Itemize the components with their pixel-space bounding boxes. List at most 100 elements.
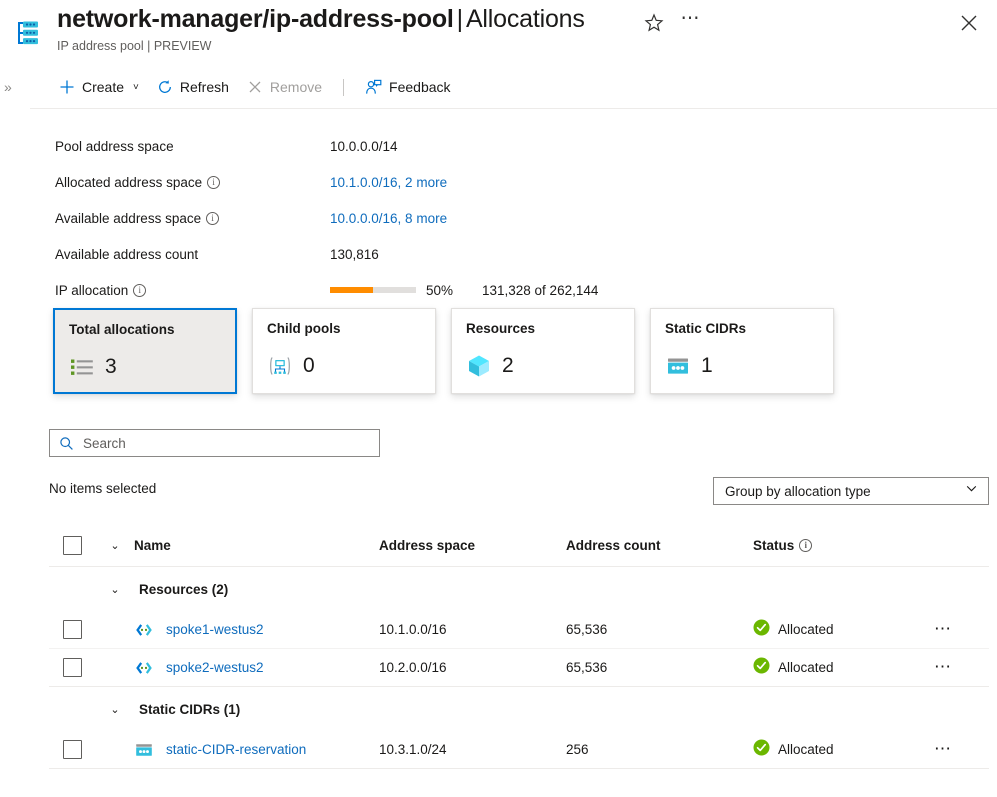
row-select-cell: [49, 658, 96, 677]
progress-fill: [330, 287, 373, 293]
tile-count: 3: [105, 355, 117, 378]
column-header-address-space[interactable]: Address space: [379, 538, 566, 553]
ellipsis-icon[interactable]: ⋯: [678, 9, 702, 33]
property-pool-address-space: Pool address space 10.0.0.0/14: [55, 128, 675, 164]
double-chevron-right-icon[interactable]: »: [4, 79, 12, 95]
summary-tiles: Total allocations 3 Child pools 0 Resour…: [53, 308, 834, 394]
property-label: Pool address space: [55, 139, 330, 154]
info-icon[interactable]: i: [206, 211, 220, 225]
close-icon[interactable]: [957, 11, 981, 35]
property-label: Available address space i: [55, 211, 330, 226]
row-checkbox[interactable]: [63, 620, 82, 639]
search-input[interactable]: [74, 434, 379, 452]
ip-address-pool-icon: [12, 17, 44, 49]
tile-count: 2: [502, 354, 514, 377]
table-row[interactable]: static-CIDR-reservation 10.3.1.0/24 256 …: [49, 731, 989, 769]
property-label-text: Pool address space: [55, 138, 174, 154]
expand-all-cell: ⌄: [96, 539, 134, 552]
table-row[interactable]: spoke2-westus2 10.2.0.0/16 65,536 Alloca…: [49, 649, 989, 687]
star-icon[interactable]: [643, 12, 665, 34]
page-title: network-manager/ip-address-pool | Allocati…: [57, 5, 585, 34]
select-all-cell: [49, 536, 96, 555]
remove-button[interactable]: Remove: [238, 74, 331, 100]
row-name-link[interactable]: spoke2-westus2: [166, 660, 264, 675]
page-subtitle: IP address pool | PREVIEW: [57, 39, 212, 53]
tile-count: 1: [701, 354, 713, 377]
row-status-cell: Allocated: [753, 657, 918, 679]
row-more-menu-icon[interactable]: ⋯: [934, 740, 952, 757]
group-label: Static CIDRs (1): [139, 701, 241, 717]
create-button[interactable]: Create ˅: [50, 74, 148, 100]
info-icon[interactable]: i: [133, 283, 147, 297]
page-title-section: Allocations: [465, 5, 585, 33]
property-value-link[interactable]: 10.1.0.0/16, 2 more: [330, 175, 447, 190]
tile-body: 1: [665, 353, 713, 379]
ip-allocation-meter: 50% 131,328 of 262,144: [330, 283, 598, 298]
status-badge: Allocated: [778, 660, 834, 675]
row-checkbox[interactable]: [63, 658, 82, 677]
virtual-network-icon: [134, 620, 154, 640]
table-group-header-resources[interactable]: ⌄ Resources (2): [49, 567, 989, 611]
tile-child-pools[interactable]: Child pools 0: [252, 308, 436, 394]
row-select-cell: [49, 620, 96, 639]
allocations-table: ⌄ Name Address space Address count Statu…: [49, 525, 989, 769]
row-more-menu-icon[interactable]: ⋯: [934, 658, 952, 675]
azure-portal-blade: network-manager/ip-address-pool | Allocati…: [0, 0, 997, 797]
group-by-dropdown[interactable]: Group by allocation type: [713, 477, 989, 505]
refresh-button-label: Refresh: [179, 79, 229, 95]
progress-percent: 50%: [426, 282, 454, 298]
table-row[interactable]: spoke1-westus2 10.1.0.0/16 65,536 Alloca…: [49, 611, 989, 649]
chevron-down-icon[interactable]: ⌄: [110, 539, 119, 552]
property-value: 130,816: [330, 246, 379, 262]
tile-total-allocations[interactable]: Total allocations 3: [53, 308, 237, 394]
column-header-status[interactable]: Status i: [753, 538, 918, 553]
column-header-address-count[interactable]: Address count: [566, 538, 753, 553]
properties-panel: Pool address space 10.0.0.0/14 Allocated…: [55, 128, 675, 308]
property-available-address-count: Available address count 130,816: [55, 236, 675, 272]
property-label-text: IP allocation: [55, 282, 129, 298]
chevron-down-icon[interactable]: ⌄: [110, 583, 119, 596]
chevron-down-icon[interactable]: ⌄: [110, 703, 119, 716]
feedback-button-label: Feedback: [389, 79, 451, 95]
group-expand-toggle[interactable]: ⌄: [96, 703, 134, 716]
tile-static-cidrs[interactable]: Static CIDRs 1: [650, 308, 834, 394]
list-icon: [69, 354, 95, 380]
toolbar-divider-rule: [30, 108, 997, 109]
property-label: IP allocation i: [55, 283, 330, 298]
blade-header: network-manager/ip-address-pool | Allocati…: [0, 0, 997, 66]
row-more-menu-icon[interactable]: ⋯: [934, 620, 952, 637]
selection-status: No items selected: [49, 481, 157, 496]
row-address-count: 256: [566, 742, 589, 757]
info-icon[interactable]: i: [799, 539, 813, 552]
row-address-space: 10.2.0.0/16: [379, 660, 447, 675]
search-box[interactable]: [49, 429, 380, 457]
refresh-icon: [158, 80, 171, 93]
row-name-link[interactable]: static-CIDR-reservation: [166, 742, 306, 757]
toolbar-divider: [343, 78, 345, 96]
tile-body: 0: [267, 353, 315, 379]
property-available-address-space: Available address space i 10.0.0.0/16, 8…: [55, 200, 675, 236]
row-name-cell: spoke1-westus2: [134, 620, 379, 640]
column-header-address-count-label: Address count: [566, 538, 661, 553]
property-label: Available address count: [55, 247, 330, 262]
row-address-count: 65,536: [566, 660, 608, 675]
group-expand-toggle[interactable]: ⌄: [96, 583, 134, 596]
column-header-name[interactable]: Name: [134, 538, 379, 553]
tile-body: 2: [466, 353, 514, 379]
page-title-resource: network-manager/ip-address-pool: [57, 5, 454, 33]
refresh-button[interactable]: Refresh: [148, 74, 238, 100]
select-all-checkbox[interactable]: [63, 536, 82, 555]
tile-title: Resources: [466, 321, 536, 336]
property-label-text: Allocated address space: [55, 174, 203, 190]
feedback-button[interactable]: Feedback: [356, 74, 459, 101]
info-icon[interactable]: i: [207, 175, 221, 189]
table-group-header-static-cidrs[interactable]: ⌄ Static CIDRs (1): [49, 687, 989, 731]
success-check-icon: [753, 657, 770, 679]
tile-resources[interactable]: Resources 2: [451, 308, 635, 394]
page-title-separator: |: [456, 5, 464, 33]
row-address-count: 65,536: [566, 622, 608, 637]
row-actions-cell: ⋯: [918, 620, 968, 639]
property-value-link[interactable]: 10.0.0.0/16, 8 more: [330, 211, 447, 226]
row-name-link[interactable]: spoke1-westus2: [166, 622, 264, 637]
row-checkbox[interactable]: [63, 740, 82, 759]
